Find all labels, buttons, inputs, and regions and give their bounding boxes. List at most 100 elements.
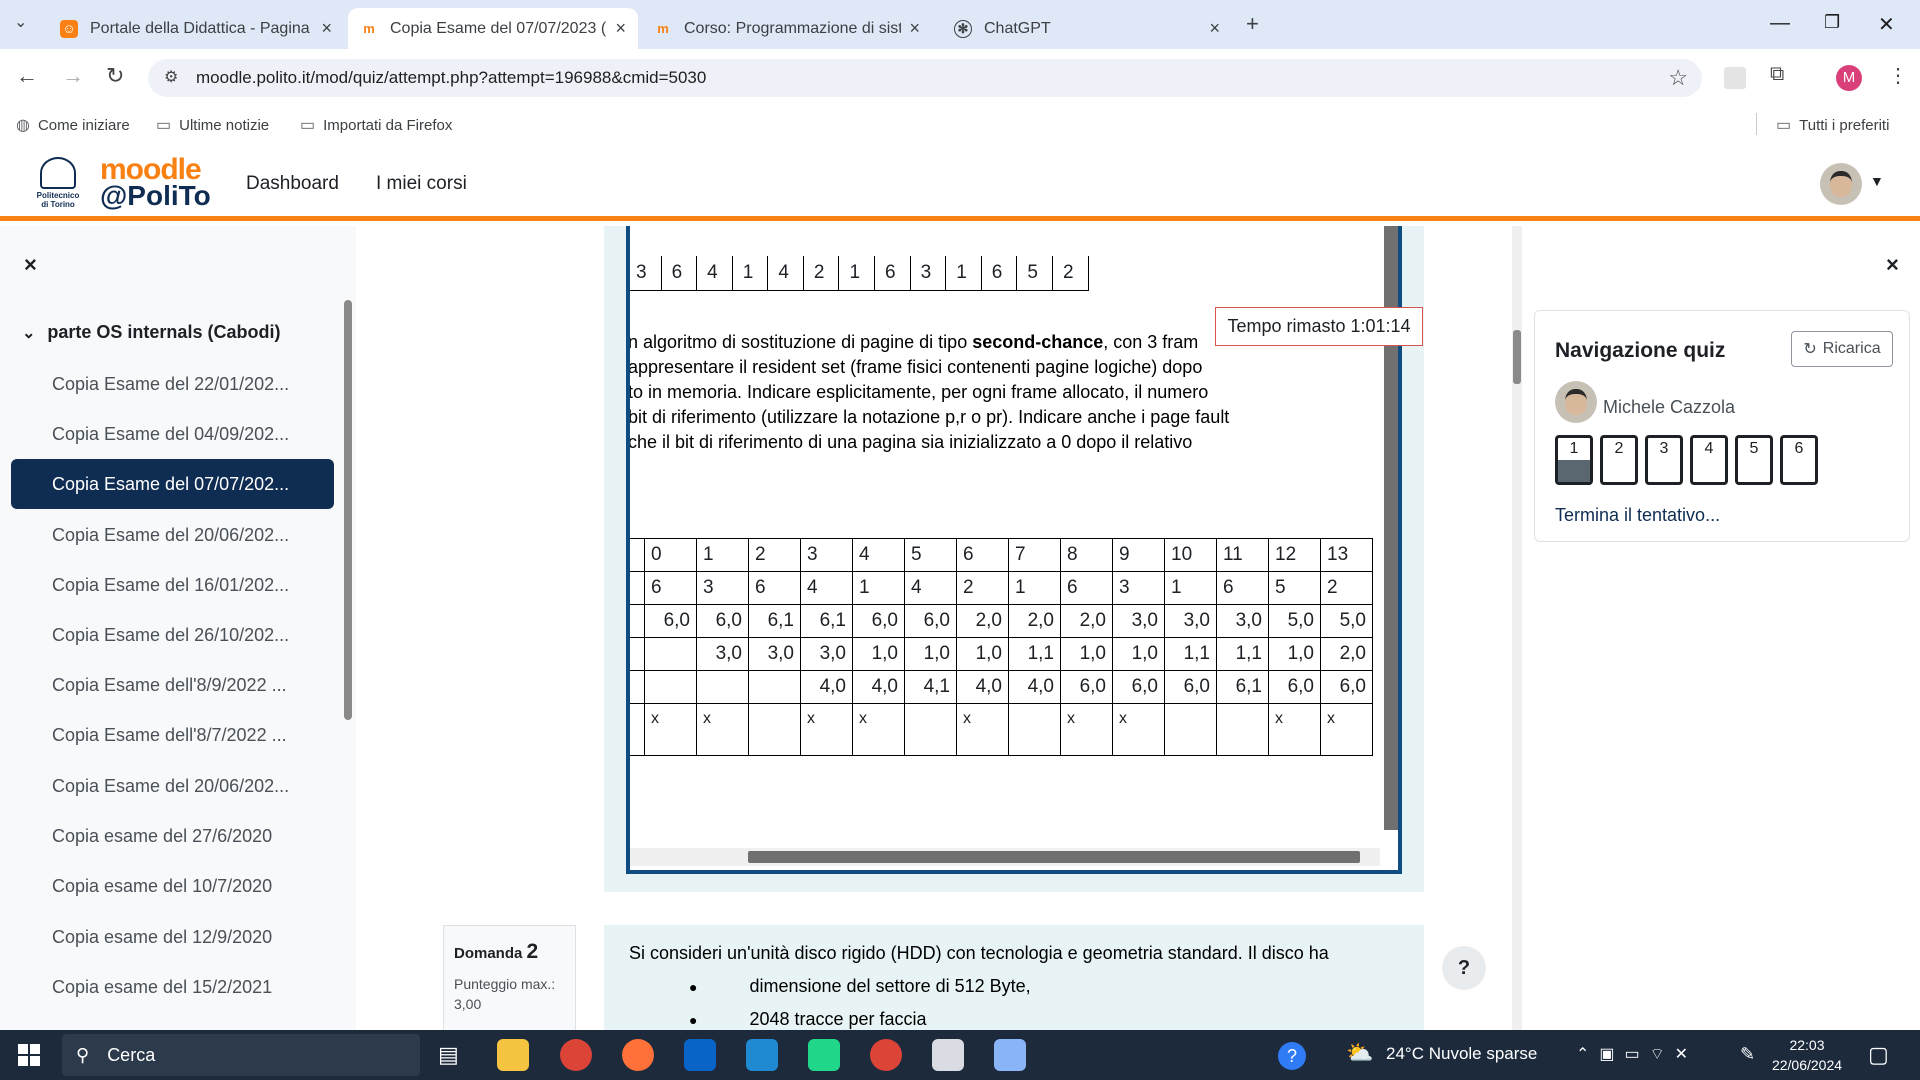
url-bar[interactable]: ⚙ moodle.polito.it/mod/quiz/attempt.php?… [148, 59, 1702, 97]
window-close-icon[interactable]: ✕ [1878, 12, 1895, 37]
site-info-icon[interactable]: ⚙ [164, 67, 178, 87]
tab-title: Corso: Programmazione di siste [684, 19, 902, 37]
help-tray-icon[interactable]: ? [1278, 1042, 1306, 1070]
quiz-question-1[interactable]: 1 [1555, 435, 1593, 485]
course-item-selected[interactable]: Copia Esame del 07/07/202... [11, 459, 334, 509]
close-tab-icon[interactable]: × [909, 18, 920, 39]
nav-miei-corsi[interactable]: I miei corsi [376, 173, 467, 195]
bullet-item: ● 2048 tracce per faccia [689, 1009, 927, 1029]
course-item[interactable]: Copia esame del 12/9/2020 [11, 912, 334, 962]
quiz-question-2[interactable]: 2 [1600, 435, 1638, 485]
table-cell: 1,0 [956, 637, 1009, 671]
course-item[interactable]: Copia Esame del 20/06/202... [11, 510, 334, 560]
drawer-scrollbar[interactable] [344, 300, 352, 720]
minimize-icon[interactable]: — [1770, 12, 1790, 35]
tab-copia-esame[interactable]: m Copia Esame del 07/07/2023 (C × [348, 8, 638, 49]
taskbar-search[interactable]: ⚲ Cerca [62, 1034, 420, 1076]
system-tray-icons[interactable]: ⌃▣▭⌔✕ [1576, 1044, 1698, 1064]
course-item[interactable]: Copia esame del 15/2/2021 [11, 962, 334, 1012]
tab-corso[interactable]: m Corso: Programmazione di siste × [642, 8, 932, 49]
user-avatar[interactable] [1820, 163, 1862, 205]
chrome-icon[interactable] [560, 1039, 592, 1071]
course-item[interactable]: Copia Esame del 16/01/202... [11, 560, 334, 610]
chrome-icon[interactable] [870, 1039, 902, 1071]
pycharm-icon[interactable] [808, 1039, 840, 1071]
menu-dots-icon[interactable]: ⋮ [1888, 63, 1908, 88]
section-parte-os[interactable]: ⌄ parte OS internals (Cabodi) [22, 322, 280, 343]
bookmark-importati[interactable]: ▭ Importati da Firefox [300, 115, 452, 135]
bookmark-come-iniziare[interactable]: ◍ Come iniziare [16, 115, 130, 135]
pen-icon[interactable]: ✎ [1740, 1044, 1755, 1065]
table-cell: 1,0 [1112, 637, 1165, 671]
tab-search-chevron-icon[interactable]: ⌄ [14, 12, 27, 32]
clock[interactable]: 22:03 22/06/2024 [1766, 1035, 1848, 1075]
close-quiz-nav-button[interactable]: × [1886, 252, 1899, 278]
chatgpt-favicon-icon: ✻ [954, 19, 972, 38]
user-menu-chevron-icon[interactable]: ▼ [1870, 173, 1884, 189]
table-cell: 6,0 [696, 604, 749, 638]
file-explorer-icon[interactable] [497, 1039, 529, 1071]
new-tab-button[interactable]: + [1246, 11, 1259, 37]
address-toolbar: ← → ↻ ⚙ moodle.polito.it/mod/quiz/attemp… [0, 49, 1920, 107]
task-view-icon[interactable]: ▤ [438, 1042, 459, 1068]
page-scrollbar-thumb[interactable] [1513, 330, 1521, 384]
text-line: to in memoria. Indicare esplicitamente, … [628, 382, 1209, 402]
weather-text[interactable]: 24°C Nuvole sparse [1386, 1044, 1537, 1064]
table-cell: 12 [1268, 538, 1321, 572]
firefox-icon[interactable] [622, 1039, 654, 1071]
course-item[interactable]: Copia Esame dell'8/9/2022 ... [11, 660, 334, 710]
close-tab-icon[interactable]: × [321, 18, 332, 39]
quiz-question-5[interactable]: 5 [1735, 435, 1773, 485]
reference-cell: 1 [945, 256, 982, 291]
reference-cell: 1 [838, 256, 876, 291]
notification-icon[interactable]: ▢ [1868, 1042, 1889, 1068]
close-drawer-button[interactable]: × [24, 252, 37, 278]
moodle-favicon-icon: m [363, 21, 375, 36]
course-item[interactable]: Copia Esame del 26/10/202... [11, 610, 334, 660]
bookmark-star-icon[interactable]: ☆ [1668, 65, 1688, 91]
app-icon[interactable] [994, 1039, 1026, 1071]
course-item[interactable]: Copia Esame del 22/01/202... [11, 359, 334, 409]
close-tab-icon[interactable]: × [1209, 18, 1220, 39]
refresh-button[interactable]: ↻ Ricarica [1791, 331, 1893, 367]
table-cell: 6 [1060, 571, 1113, 605]
close-tab-icon[interactable]: × [615, 18, 626, 39]
vscode-icon[interactable] [746, 1039, 778, 1071]
text-line: bit di riferimento (utilizzare la notazi… [628, 407, 1230, 427]
course-item[interactable]: Copia Esame del 04/09/202... [11, 409, 334, 459]
course-item[interactable]: Copia Esame del 20/06/202... [11, 761, 334, 811]
polito-logo[interactable]: Politecnico di Torino [34, 157, 82, 211]
reload-icon[interactable]: ↻ [106, 63, 124, 89]
windows-start-icon[interactable] [18, 1044, 40, 1066]
help-button[interactable]: ? [1442, 946, 1486, 990]
back-icon[interactable]: ← [16, 63, 38, 89]
refresh-label: Ricarica [1822, 340, 1881, 357]
all-bookmarks[interactable]: ▭ Tutti i preferiti [1776, 115, 1889, 135]
restore-icon[interactable]: ❐ [1824, 12, 1840, 33]
mail-icon[interactable] [684, 1039, 716, 1071]
bookmark-ultime-notizie[interactable]: ▭ Ultime notizie [156, 115, 269, 135]
forward-icon[interactable]: → [62, 63, 84, 89]
horizontal-scrollbar-thumb[interactable] [748, 851, 1360, 863]
table-row: 3,0 3,0 3,0 1,0 1,0 1,0 1,1 1,0 1,0 1,1 1,1 1,0 2,0 [630, 637, 1373, 671]
row-lead-cell [630, 637, 645, 671]
table-cell: 6 [956, 538, 1009, 572]
extension-icon[interactable] [1724, 67, 1746, 89]
pdf-icon[interactable] [932, 1039, 964, 1071]
quiz-question-3[interactable]: 3 [1645, 435, 1683, 485]
quiz-question-4[interactable]: 4 [1690, 435, 1728, 485]
profile-avatar[interactable]: M [1836, 65, 1862, 91]
quiz-question-6[interactable]: 6 [1780, 435, 1818, 485]
table-cell: 4,0 [1008, 670, 1061, 704]
nav-dashboard[interactable]: Dashboard [246, 173, 339, 195]
course-item[interactable]: Copia esame del 27/6/2020 [11, 811, 334, 861]
course-item[interactable]: Copia Esame dell'8/7/2022 ... [11, 710, 334, 760]
row-lead-cell [630, 571, 645, 605]
moodle-polito-logo[interactable]: moodle @PoliTo [100, 155, 211, 210]
finish-attempt-link[interactable]: Termina il tentativo... [1555, 505, 1720, 526]
course-item[interactable]: Copia esame del 10/7/2020 [11, 861, 334, 911]
puzzle-icon[interactable]: ⧉ [1770, 63, 1784, 86]
tab-portale[interactable]: ☺ Portale della Didattica - Pagina × [48, 8, 344, 49]
table-cell: x [1268, 703, 1321, 756]
tab-chatgpt[interactable]: ✻ ChatGPT × [942, 8, 1232, 49]
